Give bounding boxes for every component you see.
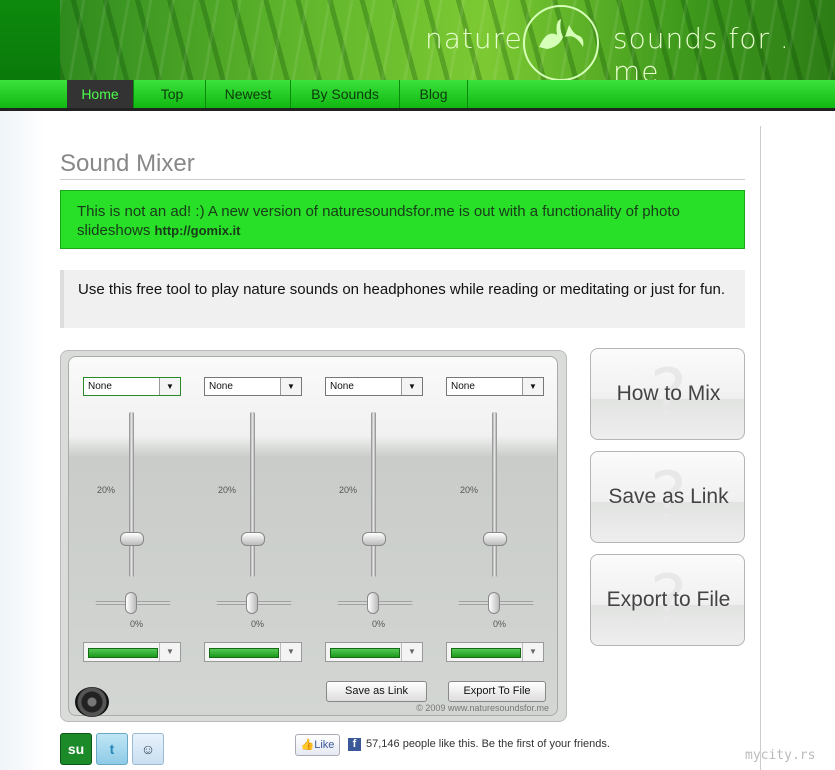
chevron-down-icon[interactable]: ▼ (401, 643, 422, 661)
twitter-icon[interactable]: t (96, 733, 128, 765)
nav-newest[interactable]: Newest (206, 80, 291, 108)
effect-select-1[interactable]: ▼ (83, 642, 181, 662)
main-nav: Home Top Newest By Sounds Blog (0, 80, 835, 111)
mixer-export-file-button[interactable]: Export To File (448, 681, 546, 702)
export-to-file-button[interactable]: ? Export to File (590, 554, 745, 646)
volume-slider-handle[interactable] (483, 532, 507, 546)
facebook-like-button[interactable]: 👍Like (295, 734, 340, 756)
speaker-icon[interactable] (75, 687, 109, 717)
pan-label: 0% (372, 619, 386, 629)
chevron-down-icon[interactable]: ▼ (401, 378, 422, 395)
save-as-link-button[interactable]: ? Save as Link (590, 451, 745, 543)
effect-select-3[interactable]: ▼ (325, 642, 423, 662)
nav-top[interactable]: Top (139, 80, 206, 108)
volume-label: 20% (460, 485, 479, 495)
page-title: Sound Mixer (60, 150, 195, 177)
logo-text-right[interactable]: sounds for . me (613, 22, 835, 80)
volume-slider-track[interactable] (129, 412, 134, 577)
like-count-text: 57,146 people like this. Be the first of… (366, 738, 610, 750)
nav-by-sounds[interactable]: By Sounds (291, 80, 400, 108)
effect-select-4[interactable]: ▼ (446, 642, 544, 662)
column-divider (760, 126, 761, 770)
nav-blog[interactable]: Blog (400, 80, 468, 108)
pan-slider-handle[interactable] (488, 592, 500, 614)
volume-slider-track[interactable] (371, 412, 376, 577)
volume-slider-handle[interactable] (120, 532, 144, 546)
notice-banner: This is not an ad! :) A new version of n… (60, 190, 745, 249)
site-header: nature sounds for . me (0, 0, 835, 80)
chevron-down-icon[interactable]: ▼ (159, 378, 180, 395)
volume-label: 20% (97, 485, 116, 495)
stumbleupon-icon[interactable]: su (60, 733, 92, 765)
volume-slider-handle[interactable] (362, 532, 386, 546)
pan-slider-handle[interactable] (367, 592, 379, 614)
sound-select-1[interactable]: None ▼ (83, 377, 181, 396)
reddit-icon[interactable]: ☺ (132, 733, 164, 765)
chevron-down-icon[interactable]: ▼ (159, 643, 180, 661)
pan-slider-handle[interactable] (246, 592, 258, 614)
mixer-channel-2: None ▼ 20% 0% ▼ (204, 377, 304, 677)
volume-label: 20% (339, 485, 358, 495)
bird-logo-icon[interactable] (523, 5, 599, 80)
mixer-save-link-button[interactable]: Save as Link (326, 681, 427, 702)
volume-slider-track[interactable] (250, 412, 255, 577)
thumbs-up-icon: 👍 (300, 739, 315, 751)
sound-select-2[interactable]: None ▼ (204, 377, 302, 396)
how-to-mix-button[interactable]: ? How to Mix (590, 348, 745, 440)
notice-link[interactable]: http://gomix.it (155, 223, 241, 238)
volume-slider-handle[interactable] (241, 532, 265, 546)
mixer-channel-1: None ▼ 20% 0% ▼ (83, 377, 183, 677)
nav-home[interactable]: Home (67, 80, 134, 108)
copyright-text: © 2009 www.naturesoundsfor.me (416, 703, 549, 713)
chevron-down-icon[interactable]: ▼ (280, 643, 301, 661)
pan-slider-handle[interactable] (125, 592, 137, 614)
sound-mixer: None ▼ 20% 0% ▼ None ▼ 20% 0% ▼ None ▼ 2… (60, 350, 567, 722)
pan-label: 0% (251, 619, 265, 629)
watermark: mycity.rs (745, 748, 816, 763)
sound-select-3[interactable]: None ▼ (325, 377, 423, 396)
chevron-down-icon[interactable]: ▼ (522, 378, 543, 395)
logo-text-left[interactable]: nature (425, 22, 523, 55)
volume-label: 20% (218, 485, 237, 495)
chevron-down-icon[interactable]: ▼ (280, 378, 301, 395)
mixer-channel-3: None ▼ 20% 0% ▼ (325, 377, 425, 677)
effect-select-2[interactable]: ▼ (204, 642, 302, 662)
pan-label: 0% (493, 619, 507, 629)
chevron-down-icon[interactable]: ▼ (522, 643, 543, 661)
info-box: Use this free tool to play nature sounds… (60, 270, 745, 328)
info-text: Use this free tool to play nature sounds… (78, 281, 726, 298)
mixer-channel-4: None ▼ 20% 0% ▼ (446, 377, 546, 677)
volume-slider-track[interactable] (492, 412, 497, 577)
sound-select-4[interactable]: None ▼ (446, 377, 544, 396)
facebook-icon: f (348, 738, 361, 751)
pan-label: 0% (130, 619, 144, 629)
